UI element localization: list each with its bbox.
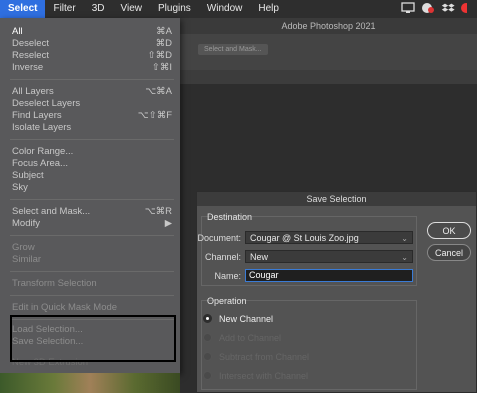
menu-item-label: Isolate Layers <box>12 122 72 133</box>
document-label: Document: <box>197 233 241 243</box>
menu-item-deselect-layers[interactable]: Deselect Layers <box>12 98 172 110</box>
shortcut: ⌥⌘R <box>144 206 172 217</box>
radio-label: Add to Channel <box>219 333 282 343</box>
menu-item-isolate-layers[interactable]: Isolate Layers <box>12 122 172 134</box>
document-value: Cougar @ St Louis Zoo.jpg <box>250 233 359 243</box>
menu-item-deselect[interactable]: Deselect ⌘D <box>12 38 172 50</box>
menu-item-grow[interactable]: Grow <box>12 242 172 254</box>
menu-item-label: Select and Mask... <box>12 206 91 217</box>
save-selection-dialog: Save Selection Destination Document: Cou… <box>196 191 477 393</box>
menu-item-subject[interactable]: Subject <box>12 170 172 182</box>
shortcut: ⌥⌘A <box>145 86 172 97</box>
name-input[interactable]: Cougar <box>245 269 413 282</box>
menu-item-label: Reselect <box>12 50 49 61</box>
menu-item-label: Deselect <box>12 38 49 49</box>
menu-item-label: Color Range... <box>12 146 74 157</box>
channel-label: Channel: <box>204 252 241 262</box>
menu-separator <box>10 271 174 272</box>
radio-label: Subtract from Channel <box>219 352 310 362</box>
menu-item-label: Focus Area... <box>12 158 68 169</box>
menu-item-label: Find Layers <box>12 110 62 121</box>
menu-item-select-and-mask[interactable]: Select and Mask... ⌥⌘R <box>12 206 172 218</box>
menu-separator <box>10 235 174 236</box>
submenu-arrow-icon: ▶ <box>164 218 172 229</box>
menu-item-label: Deselect Layers <box>12 98 81 109</box>
shortcut: ⇧⌘I <box>151 62 172 73</box>
chevron-down-icon: ⌄ <box>401 234 408 243</box>
menu-item-sky[interactable]: Sky <box>12 182 172 194</box>
operation-heading: Operation <box>207 296 247 306</box>
menu-item-focus-area[interactable]: Focus Area... <box>12 158 172 170</box>
options-bar: Select and Mask... <box>180 34 477 71</box>
menu-item-label: Edit in Quick Mask Mode <box>12 302 118 313</box>
name-label: Name: <box>214 271 241 281</box>
shortcut: ⌘A <box>156 26 172 37</box>
menubar: Select Filter 3D View Plugins Window Hel… <box>0 0 477 18</box>
menu-item-label: Transform Selection <box>12 278 97 289</box>
menu-select[interactable]: Select <box>0 0 46 18</box>
annotation-highlight-box <box>10 315 176 362</box>
menu-item-all-layers[interactable]: All Layers ⌥⌘A <box>12 86 172 98</box>
menubar-tray <box>401 2 475 14</box>
menu-item-transform-selection[interactable]: Transform Selection <box>12 278 172 290</box>
dropbox-icon[interactable] <box>441 2 455 14</box>
menu-item-label: Subject <box>12 170 44 181</box>
menu-item-find-layers[interactable]: Find Layers ⌥⇧⌘F <box>12 110 172 122</box>
dialog-title: Save Selection <box>197 192 476 206</box>
menu-item-inverse[interactable]: Inverse ⇧⌘I <box>12 62 172 74</box>
channel-dropdown[interactable]: New ⌄ <box>245 250 413 263</box>
menu-item-label: Similar <box>12 254 42 265</box>
menu-plugins[interactable]: Plugins <box>150 0 199 18</box>
document-tab-bar <box>180 70 477 84</box>
shortcut: ⇧⌘D <box>147 50 172 61</box>
menu-item-label: Inverse <box>12 62 44 73</box>
radio-icon <box>203 333 212 342</box>
display-icon[interactable] <box>401 2 415 14</box>
menu-item-quick-mask[interactable]: Edit in Quick Mask Mode <box>12 302 172 314</box>
menu-separator <box>10 199 174 200</box>
extension-icon[interactable] <box>421 2 435 14</box>
radio-label: New Channel <box>219 314 274 324</box>
shortcut: ⌘D <box>155 38 172 49</box>
notification-dot-icon[interactable] <box>461 2 475 14</box>
radio-icon <box>203 371 212 380</box>
cougar-photo <box>0 373 180 393</box>
menu-filter[interactable]: Filter <box>45 0 83 18</box>
document-dropdown[interactable]: Cougar @ St Louis Zoo.jpg ⌄ <box>245 231 413 244</box>
select-and-mask-button[interactable]: Select and Mask... <box>198 44 268 55</box>
menu-3d[interactable]: 3D <box>84 0 113 18</box>
menu-item-modify[interactable]: Modify ▶ <box>12 218 172 230</box>
channel-value: New <box>250 252 269 262</box>
destination-heading: Destination <box>207 212 253 222</box>
menu-item-similar[interactable]: Similar <box>12 254 172 266</box>
menu-view[interactable]: View <box>113 0 151 18</box>
ok-button[interactable]: OK <box>427 222 471 239</box>
menu-item-label: Modify <box>12 218 40 229</box>
app-title: Adobe Photoshop 2021 <box>180 18 477 34</box>
radio-label: Intersect with Channel <box>219 371 309 381</box>
menu-help[interactable]: Help <box>250 0 287 18</box>
radio-icon <box>203 352 212 361</box>
cancel-button[interactable]: Cancel <box>427 244 471 261</box>
menu-item-label: Grow <box>12 242 35 253</box>
radio-selected-icon <box>203 314 212 323</box>
menu-separator <box>10 295 174 296</box>
shortcut: ⌥⇧⌘F <box>137 110 172 121</box>
menu-window[interactable]: Window <box>199 0 251 18</box>
menu-item-all[interactable]: All ⌘A <box>12 26 172 38</box>
menu-item-label: All Layers <box>12 86 54 97</box>
chevron-down-icon: ⌄ <box>401 253 408 262</box>
menu-item-label: Sky <box>12 182 28 193</box>
menu-item-label: All <box>12 26 23 37</box>
menu-item-reselect[interactable]: Reselect ⇧⌘D <box>12 50 172 62</box>
menu-separator <box>10 139 174 140</box>
menu-item-color-range[interactable]: Color Range... <box>12 146 172 158</box>
menu-separator <box>10 79 174 80</box>
